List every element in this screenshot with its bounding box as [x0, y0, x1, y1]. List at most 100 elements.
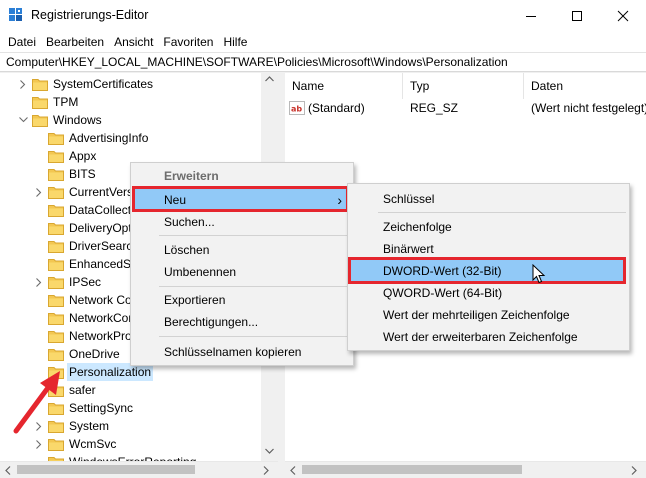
- svg-text:ab: ab: [291, 105, 302, 114]
- minimize-button[interactable]: [508, 0, 554, 32]
- tree-item-label: Appx: [69, 149, 97, 163]
- tree-item-label: SystemCertificates: [53, 77, 154, 91]
- tree-item-label: SettingSync: [69, 401, 134, 415]
- value-name: (Standard): [308, 101, 365, 115]
- column-header-name[interactable]: Name: [285, 73, 403, 99]
- scroll-down-icon[interactable]: [265, 448, 274, 454]
- tree-item-label: Network Co: [69, 293, 132, 307]
- tree-item[interactable]: Windows: [0, 111, 261, 129]
- menu-datei[interactable]: Datei: [3, 35, 41, 49]
- tree-item-label: System: [69, 419, 110, 433]
- address-bar[interactable]: Computer\HKEY_LOCAL_MACHINE\SOFTWARE\Pol…: [0, 52, 646, 72]
- folder-icon: [48, 258, 64, 271]
- menu-bearbeiten[interactable]: Bearbeiten: [41, 35, 109, 49]
- folder-icon: [48, 330, 64, 343]
- menu-favoriten[interactable]: Favoriten: [158, 35, 218, 49]
- chevron-down-icon[interactable]: [18, 111, 28, 129]
- scroll-left-icon[interactable]: [290, 466, 296, 475]
- folder-icon: [48, 132, 64, 145]
- context-menu: Erweitern Neu › Suchen... Löschen Umbene…: [130, 162, 354, 366]
- submenu-item-zeichenfolge[interactable]: Zeichenfolge: [351, 216, 626, 238]
- folder-icon: [48, 294, 64, 307]
- tree-item-label: DataCollect: [69, 203, 132, 217]
- separator: [159, 235, 351, 236]
- scroll-up-icon[interactable]: [265, 76, 274, 82]
- tree-item-label: CurrentVers: [69, 185, 134, 199]
- menu-item-umbenennen[interactable]: Umbenennen: [134, 261, 350, 283]
- menu-item-neu-label: Neu: [164, 193, 187, 207]
- folder-icon: [48, 312, 64, 325]
- scroll-left-icon[interactable]: [5, 466, 11, 475]
- submenu-item-binaerwert[interactable]: Binärwert: [351, 238, 626, 260]
- minimize-icon: [526, 16, 536, 17]
- column-header-data[interactable]: Daten: [524, 73, 646, 99]
- separator: [159, 336, 351, 337]
- close-icon: [617, 10, 629, 22]
- folder-icon: [48, 276, 64, 289]
- value-type: REG_SZ: [410, 101, 459, 115]
- tree-item-label: Windows: [53, 113, 102, 127]
- separator: [378, 212, 626, 213]
- folder-icon: [48, 168, 64, 181]
- annotation-arrow-icon: [13, 371, 60, 434]
- submenu-item-dword[interactable]: DWORD-Wert (32-Bit): [351, 260, 626, 282]
- folder-icon: [48, 150, 64, 163]
- menu-item-exportieren[interactable]: Exportieren: [134, 289, 350, 311]
- string-value-icon: ab: [289, 101, 305, 115]
- maximize-icon: [572, 11, 582, 21]
- submenu-item-expandable-string[interactable]: Wert der erweiterbaren Zeichenfolge: [351, 326, 626, 348]
- tree-item-label: BITS: [69, 167, 96, 181]
- submenu-item-schluessel[interactable]: Schlüssel: [351, 188, 626, 210]
- context-menu-header: Erweitern: [164, 169, 219, 183]
- menu-item-berechtigungen[interactable]: Berechtigungen...: [134, 311, 350, 333]
- folder-icon: [48, 222, 64, 235]
- window-title: Registrierungs-Editor: [31, 8, 149, 22]
- menu-item-loeschen[interactable]: Löschen: [134, 239, 350, 261]
- folder-icon: [48, 438, 64, 451]
- submenu-item-multi-string[interactable]: Wert der mehrteiligen Zeichenfolge: [351, 304, 626, 326]
- folder-icon: [32, 96, 48, 109]
- menu-item-schluesselnamen-kopieren[interactable]: Schlüsselnamen kopieren: [134, 341, 350, 363]
- separator: [159, 286, 351, 287]
- folder-icon: [48, 348, 64, 361]
- chevron-right-icon[interactable]: [18, 75, 28, 93]
- menu-ansicht[interactable]: Ansicht: [109, 35, 158, 49]
- folder-icon: [32, 78, 48, 91]
- tree-item-label: IPSec: [69, 275, 102, 289]
- menu-bar: Datei Bearbeiten Ansicht Favoriten Hilfe: [0, 32, 646, 52]
- folder-icon: [48, 186, 64, 199]
- tree-scroll-thumb[interactable]: [17, 465, 195, 474]
- submenu-item-qword[interactable]: QWORD-Wert (64-Bit): [351, 282, 626, 304]
- chevron-right-icon[interactable]: [34, 435, 44, 453]
- folder-icon: [48, 204, 64, 217]
- scroll-right-icon[interactable]: [263, 466, 269, 475]
- tree-item[interactable]: WindowsErrorReporting: [0, 453, 261, 461]
- tree-item-label: DeliveryOpt: [69, 221, 132, 235]
- folder-icon: [48, 240, 64, 253]
- maximize-button[interactable]: [554, 0, 600, 32]
- mouse-cursor-icon: [532, 264, 546, 284]
- list-scroll-thumb[interactable]: [302, 465, 522, 474]
- menu-item-suchen[interactable]: Suchen...: [134, 211, 350, 233]
- tree-item-label: safer: [69, 383, 96, 397]
- menu-hilfe[interactable]: Hilfe: [218, 35, 252, 49]
- tree-item-label: OneDrive: [69, 347, 120, 361]
- tree-item[interactable]: AdvertisingInfo: [0, 129, 261, 147]
- chevron-right-icon[interactable]: [34, 273, 44, 291]
- tree-item[interactable]: TPM: [0, 93, 261, 111]
- value-data: (Wert nicht festgelegt): [531, 101, 646, 115]
- chevron-right-icon[interactable]: [34, 183, 44, 201]
- menu-item-neu[interactable]: Neu ›: [134, 189, 350, 211]
- close-button[interactable]: [600, 0, 646, 32]
- tree-item-label: WindowsErrorReporting: [67, 453, 198, 461]
- new-submenu: Schlüssel Zeichenfolge Binärwert DWORD-W…: [347, 183, 630, 351]
- tree-item[interactable]: SystemCertificates: [0, 75, 261, 93]
- tree-item-label: TPM: [53, 95, 79, 109]
- submenu-arrow-icon: ›: [337, 192, 342, 208]
- regedit-app-icon: [9, 8, 22, 21]
- scroll-right-icon[interactable]: [631, 466, 637, 475]
- tree-item[interactable]: WcmSvc: [0, 435, 261, 453]
- tree-item-label: NetworkCor: [69, 311, 133, 325]
- column-header-type[interactable]: Typ: [403, 73, 524, 99]
- tree-item-label: AdvertisingInfo: [69, 131, 149, 145]
